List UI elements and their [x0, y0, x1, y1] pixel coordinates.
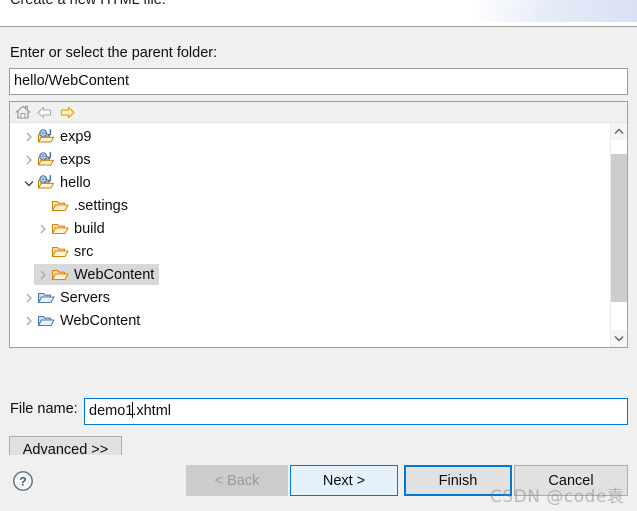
java-web-project-icon [37, 174, 56, 191]
java-web-project-icon [37, 151, 56, 168]
folder-blue-icon [37, 313, 56, 329]
tree-item-servers[interactable]: Servers [10, 286, 610, 309]
file-name-text-before-caret: demo1 [89, 403, 134, 419]
tree-item-hit-area[interactable]: .settings [34, 195, 133, 216]
tree-item-hit-area[interactable]: hello [20, 172, 96, 193]
home-icon[interactable] [14, 104, 32, 121]
svg-text:?: ? [19, 474, 26, 488]
new-html-file-wizard-dialog: Create a new HTML file. Enter or select … [0, 0, 637, 511]
scrollbar-thumb[interactable] [611, 154, 627, 302]
folder-orange-icon [51, 267, 70, 283]
wizard-body: Enter or select the parent folder: hello… [0, 28, 637, 463]
chevron-up-icon[interactable] [611, 123, 627, 140]
tree-rows: exp9 exps hello .settings build src WebContent… [10, 123, 610, 332]
tree-item-hit-area[interactable]: exp9 [20, 126, 96, 147]
tree-item-webcontent[interactable]: WebContent [10, 263, 610, 286]
parent-folder-label: Enter or select the parent folder: [10, 45, 218, 61]
back-arrow-icon[interactable] [36, 104, 54, 121]
tree-item-build[interactable]: build [10, 217, 610, 240]
tree-item-hello[interactable]: hello [10, 171, 610, 194]
tree-item-label: src [74, 243, 94, 260]
tree-item-label: .settings [74, 197, 128, 214]
tree-item-label: exps [60, 151, 91, 168]
tree-item-label: WebContent [74, 266, 155, 283]
tree-vertical-scrollbar[interactable] [610, 123, 627, 347]
chevron-down-icon[interactable] [611, 330, 627, 347]
tree-item-hit-area[interactable]: WebContent [34, 264, 160, 285]
file-name-text-after-caret: .xhtml [132, 403, 172, 419]
tree-item-hit-area[interactable]: exps [20, 149, 96, 170]
chevron-right-icon[interactable] [21, 310, 37, 331]
chevron-down-icon[interactable] [21, 172, 37, 193]
file-name-input[interactable]: demo1.xhtml [84, 398, 628, 425]
page-title: Create a new HTML file. [10, 0, 166, 8]
folder-blue-icon [37, 290, 56, 306]
forward-arrow-icon[interactable] [58, 104, 76, 121]
tree-item-webcontent[interactable]: WebContent [10, 309, 610, 332]
wizard-header: Create a new HTML file. [0, 0, 637, 27]
finish-button[interactable]: Finish [404, 465, 512, 496]
java-web-project-icon [37, 128, 56, 145]
cancel-button[interactable]: Cancel [514, 465, 628, 496]
chevron-right-icon[interactable] [35, 218, 51, 239]
tree-item-dot-settings[interactable]: .settings [10, 194, 610, 217]
tree-item-src[interactable]: src [10, 240, 610, 263]
tree-item-label: hello [60, 174, 91, 191]
tree-item-exp9[interactable]: exp9 [10, 125, 610, 148]
tree-toolbar [10, 102, 627, 123]
tree-scroll-area: exp9 exps hello .settings build src WebContent… [10, 123, 610, 347]
chevron-right-icon[interactable] [35, 264, 51, 285]
help-question-icon[interactable]: ? [12, 470, 34, 492]
next-button[interactable]: Next > [290, 465, 398, 496]
tree-item-label: exp9 [60, 128, 92, 145]
folder-tree-panel: exp9 exps hello .settings build src WebContent… [9, 101, 628, 348]
tree-item-label: WebContent [60, 312, 141, 329]
parent-folder-input[interactable]: hello/WebContent [9, 68, 628, 95]
tree-item-label: Servers [60, 289, 110, 306]
file-name-label: File name: [10, 401, 78, 417]
tree-item-hit-area[interactable]: Servers [20, 287, 115, 308]
tree-item-label: build [74, 220, 105, 237]
folder-orange-icon [51, 244, 70, 260]
wizard-banner-image [477, 0, 637, 22]
folder-orange-icon [51, 198, 70, 214]
tree-item-hit-area[interactable]: WebContent [20, 310, 145, 331]
chevron-right-icon[interactable] [21, 126, 37, 147]
scrollbar-track[interactable] [611, 140, 627, 330]
back-button[interactable]: < Back [186, 465, 288, 496]
folder-orange-icon [51, 221, 70, 237]
tree-item-hit-area[interactable]: src [34, 241, 98, 262]
chevron-right-icon[interactable] [21, 149, 37, 170]
tree-item-hit-area[interactable]: build [34, 218, 110, 239]
tree-item-exps[interactable]: exps [10, 148, 610, 171]
header-separator [0, 26, 637, 27]
chevron-right-icon[interactable] [21, 287, 37, 308]
